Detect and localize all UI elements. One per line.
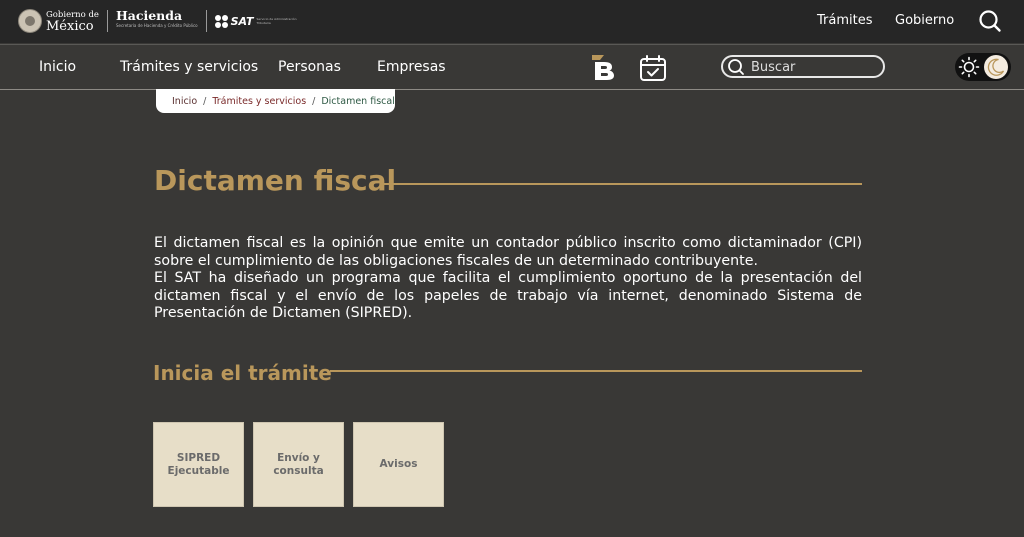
theme-toggle[interactable] — [955, 53, 1011, 81]
breadcrumb-separator: / — [203, 95, 207, 107]
breadcrumb-item-inicio[interactable]: Inicio — [172, 96, 197, 107]
top-link-tramites[interactable]: Trámites — [817, 13, 873, 28]
calendar-check-icon[interactable] — [638, 53, 668, 87]
breadcrumb-item-current: Dictamen fiscal — [321, 95, 395, 107]
divider — [205, 10, 207, 32]
sat-logo[interactable]: SAT Servicio de Administración Tributari… — [214, 14, 301, 28]
sat-mark-icon — [214, 14, 228, 28]
breadcrumb-item-tramites[interactable]: Trámites y servicios — [212, 96, 306, 107]
sun-icon — [958, 56, 980, 82]
search-icon[interactable] — [978, 9, 1002, 37]
gobierno-mexico-logo[interactable]: Gobierno de México — [46, 10, 99, 34]
title-divider — [380, 183, 862, 185]
nav-item-personas[interactable]: Personas — [278, 59, 341, 75]
search-icon — [727, 58, 745, 80]
paragraph: El dictamen fiscal es la opinión que emi… — [154, 235, 862, 269]
divider — [106, 10, 108, 32]
sat-subtitle: Servicio de Administración Tributaria — [256, 17, 297, 25]
page-description: El dictamen fiscal es la opinión que emi… — [154, 235, 862, 323]
page-title: Dictamen fiscal — [154, 164, 397, 197]
card-avisos[interactable]: Avisos — [353, 422, 444, 507]
hacienda-subtitle: Secretaría de Hacienda y Crédito Público — [115, 23, 198, 28]
hacienda-logo[interactable]: Hacienda Secretaría de Hacienda y Crédit… — [115, 8, 198, 31]
b-logo-icon[interactable] — [590, 53, 618, 81]
nav-item-empresas[interactable]: Empresas — [377, 59, 446, 75]
search-field[interactable] — [721, 55, 885, 78]
sat-word: SAT — [230, 14, 254, 28]
nav-item-inicio[interactable]: Inicio — [39, 59, 76, 75]
search-input[interactable] — [751, 58, 877, 76]
main-nav: Inicio Trámites y servicios Personas Emp… — [0, 44, 1024, 90]
mexico-seal-icon — [18, 9, 42, 33]
government-logos: Gobierno de México Hacienda Secretaría d… — [18, 7, 301, 35]
moon-icon — [984, 55, 1008, 79]
section-title: Inicia el trámite — [153, 361, 332, 385]
gob-line2: México — [46, 19, 94, 34]
breadcrumb: Inicio / Trámites y servicios / Dictamen… — [156, 89, 395, 113]
top-bar: Gobierno de México Hacienda Secretaría d… — [0, 0, 1024, 43]
top-link-gobierno[interactable]: Gobierno — [895, 13, 954, 28]
nav-item-tramites-servicios[interactable]: Trámites y servicios — [120, 59, 258, 75]
breadcrumb-separator: / — [312, 95, 316, 107]
paragraph: El SAT ha diseñado un programa que facil… — [154, 270, 862, 321]
section-divider — [330, 370, 862, 372]
hacienda-title: Hacienda — [115, 8, 183, 23]
card-envio-consulta[interactable]: Envío y consulta — [253, 422, 344, 507]
card-sipred-ejecutable[interactable]: SIPRED Ejecutable — [153, 422, 244, 507]
